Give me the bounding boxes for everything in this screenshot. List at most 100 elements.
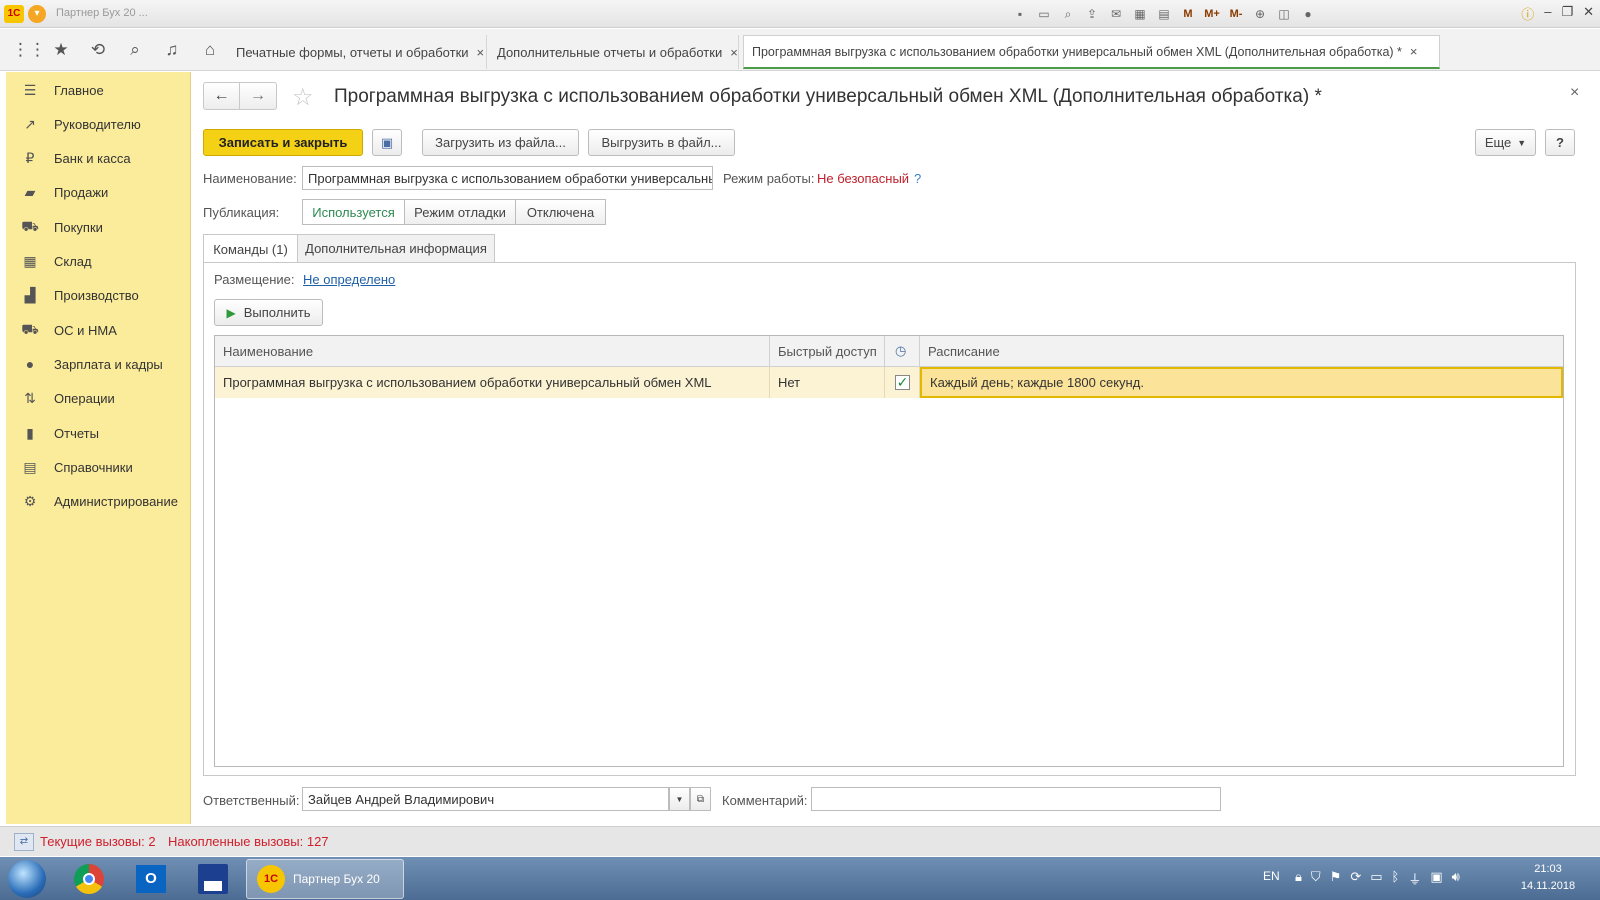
main-menu-dropdown-icon[interactable]: ▾ bbox=[28, 5, 46, 23]
calculator-icon[interactable]: ▦ bbox=[1130, 4, 1150, 24]
taskbar-active-app[interactable]: 1С Партнер Бух 20 bbox=[246, 859, 404, 899]
memory-minus-button[interactable]: M- bbox=[1226, 4, 1246, 24]
mode-help-icon[interactable]: ? bbox=[914, 171, 921, 186]
shield-icon[interactable]: ⛉ bbox=[1311, 869, 1321, 888]
sidebar-item[interactable]: ▰ Продажи bbox=[6, 176, 191, 210]
column-header-schedule-flag[interactable]: ◷ bbox=[885, 336, 920, 367]
sidebar-item[interactable]: ₽ Банк и касса bbox=[6, 142, 191, 176]
comment-field[interactable] bbox=[811, 787, 1221, 811]
column-header-schedule[interactable]: Расписание bbox=[920, 336, 1563, 367]
cell-name[interactable]: Программная выгрузка с использованием об… bbox=[215, 367, 770, 398]
volume-icon[interactable]: 🔊︎ bbox=[1452, 869, 1460, 888]
sidebar-item[interactable]: ☰ Главное bbox=[6, 73, 191, 107]
sidebar-item[interactable]: ⛟ ОС и НМА bbox=[6, 313, 191, 347]
tab-additional-info[interactable]: Дополнительная информация bbox=[297, 234, 495, 262]
save-button[interactable]: ▣ bbox=[372, 129, 402, 156]
print-icon[interactable]: ▭ bbox=[1034, 4, 1054, 24]
lock-icon[interactable]: 🔒︎ bbox=[1295, 869, 1302, 888]
more-button[interactable]: Еще ▼ bbox=[1475, 129, 1536, 156]
checkmark-icon[interactable]: ✓ bbox=[895, 375, 910, 390]
nav-buttons: ← → bbox=[203, 82, 277, 110]
favorites-star-icon[interactable]: ★ bbox=[49, 38, 73, 62]
close-icon[interactable]: × bbox=[730, 45, 738, 60]
mode-value[interactable]: Не безопасный bbox=[817, 171, 909, 186]
preview-icon[interactable]: ⌕ bbox=[1058, 4, 1078, 24]
user-icon[interactable]: ● bbox=[1298, 4, 1318, 24]
memory-plus-button[interactable]: M+ bbox=[1202, 4, 1222, 24]
memory-m-button[interactable]: M bbox=[1178, 4, 1198, 24]
name-field[interactable]: Программная выгрузка с использованием об… bbox=[302, 166, 713, 190]
tab-xml-export[interactable]: Программная выгрузка с использованием об… bbox=[743, 35, 1440, 69]
sidebar-item[interactable]: ⇅ Операции bbox=[6, 382, 191, 416]
zoom-icon[interactable]: ⊕ bbox=[1250, 4, 1270, 24]
help-button[interactable]: ? bbox=[1545, 129, 1575, 156]
language-indicator[interactable]: EN bbox=[1263, 869, 1280, 883]
upload-icon[interactable]: ⇪ bbox=[1082, 4, 1102, 24]
sidebar-item[interactable]: ⚙ Администрирование bbox=[6, 485, 191, 519]
calendar-icon[interactable]: ▤ bbox=[1154, 4, 1174, 24]
battery-icon[interactable]: ▭ bbox=[1370, 869, 1382, 888]
start-button-icon[interactable] bbox=[8, 860, 46, 898]
sidebar-item[interactable]: ▦ Склад bbox=[6, 245, 191, 279]
app-logo-icon[interactable]: 1С bbox=[4, 5, 24, 23]
home-icon[interactable]: ⌂ bbox=[198, 38, 222, 62]
back-arrow-icon[interactable]: ← bbox=[204, 83, 240, 109]
sidebar-item-label: Отчеты bbox=[54, 425, 99, 441]
publication-disabled-option[interactable]: Отключена bbox=[515, 199, 606, 225]
column-header-name[interactable]: Наименование bbox=[215, 336, 770, 367]
tab-commands[interactable]: Команды (1) bbox=[203, 234, 298, 263]
sidebar-item[interactable]: ↗ Руководителю bbox=[6, 107, 191, 141]
close-icon[interactable]: × bbox=[477, 45, 485, 60]
cell-schedule-checkbox[interactable]: ✓ bbox=[885, 367, 920, 398]
bell-icon[interactable]: ♫ bbox=[160, 38, 184, 62]
apps-grid-icon[interactable]: ⋮⋮ bbox=[12, 38, 46, 62]
flag-icon[interactable]: ⚑ bbox=[1330, 869, 1342, 888]
usb-icon[interactable]: ⏚ bbox=[1408, 869, 1421, 888]
placement-link[interactable]: Не определено bbox=[303, 272, 395, 287]
tab-print-forms[interactable]: Печатные формы, отчеты и обработки × bbox=[228, 35, 487, 69]
chrome-icon[interactable] bbox=[68, 860, 110, 898]
restore-icon[interactable]: ❐ bbox=[1561, 4, 1573, 23]
responsible-open-button[interactable]: ⧉ bbox=[690, 787, 711, 811]
minimize-icon[interactable]: – bbox=[1544, 4, 1551, 23]
save-icon[interactable]: ▪ bbox=[1010, 4, 1030, 24]
publication-used-option[interactable]: Используется bbox=[302, 199, 405, 225]
cell-schedule[interactable]: Каждый день; каждые 1800 секунд. bbox=[920, 367, 1563, 398]
search-icon[interactable]: ⌕ bbox=[123, 38, 147, 62]
load-from-file-button[interactable]: Загрузить из файла... bbox=[422, 129, 579, 156]
close-icon[interactable]: × bbox=[1410, 44, 1418, 59]
mail-icon[interactable]: ✉ bbox=[1106, 4, 1126, 24]
chevron-down-icon: ▼ bbox=[675, 794, 684, 804]
network-icon[interactable]: ▣ bbox=[1430, 869, 1442, 888]
panels-icon[interactable]: ◫ bbox=[1274, 4, 1294, 24]
publication-debug-option[interactable]: Режим отладки bbox=[404, 199, 516, 225]
history-icon[interactable]: ⟲ bbox=[86, 38, 110, 62]
tab-additional-reports[interactable]: Дополнительные отчеты и обработки × bbox=[489, 35, 739, 69]
save-to-file-button[interactable]: Выгрузить в файл... bbox=[588, 129, 735, 156]
responsible-field[interactable]: Зайцев Андрей Владимирович bbox=[302, 787, 669, 811]
bluetooth-icon[interactable]: ᛒ bbox=[1392, 869, 1400, 888]
performance-icon[interactable]: ⇄ bbox=[14, 833, 34, 851]
sync-icon[interactable]: ⟳ bbox=[1350, 869, 1361, 888]
sidebar-item[interactable]: ▤ Справочники bbox=[6, 450, 191, 484]
run-button[interactable]: ▶ Выполнить bbox=[214, 299, 323, 326]
commands-table[interactable]: Наименование Быстрый доступ ◷ Расписание… bbox=[214, 335, 1564, 767]
sidebar-item[interactable]: ● Зарплата и кадры bbox=[6, 347, 191, 381]
column-header-quick-access[interactable]: Быстрый доступ bbox=[770, 336, 885, 367]
sidebar-item[interactable]: ▮ Отчеты bbox=[6, 416, 191, 450]
sidebar-item-label: Главное bbox=[54, 82, 104, 98]
info-icon[interactable]: ⓘ bbox=[1521, 4, 1534, 23]
clock[interactable]: 21:03 14.11.2018 bbox=[1512, 861, 1584, 895]
form-close-icon[interactable]: × bbox=[1570, 84, 1579, 102]
sidebar-item[interactable]: ▟ Производство bbox=[6, 279, 191, 313]
truck-icon: ⛟ bbox=[21, 320, 39, 337]
outlook-icon[interactable]: O bbox=[130, 860, 172, 898]
floppy-app-icon[interactable] bbox=[192, 860, 234, 898]
favorite-star-icon[interactable]: ☆ bbox=[292, 83, 314, 112]
cell-quick-access[interactable]: Нет bbox=[770, 367, 885, 398]
close-window-icon[interactable]: ✕ bbox=[1583, 4, 1594, 23]
sidebar-item[interactable]: ⛟ Покупки bbox=[6, 210, 191, 244]
save-and-close-button[interactable]: Записать и закрыть bbox=[203, 129, 363, 156]
responsible-dropdown-button[interactable]: ▼ bbox=[669, 787, 690, 811]
forward-arrow-icon[interactable]: → bbox=[240, 83, 276, 109]
